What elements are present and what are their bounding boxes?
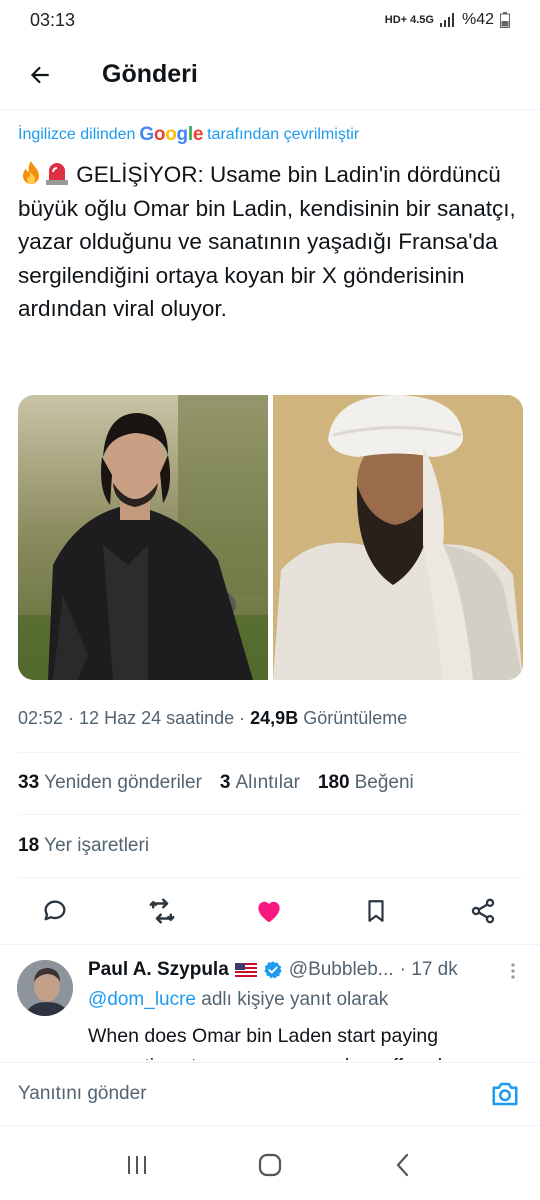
bookmark-icon <box>368 900 384 922</box>
reply-composer[interactable]: Yanıtını gönder <box>0 1062 540 1126</box>
repost-icon <box>149 898 175 924</box>
translation-suffix: tarafından çevrilmiştir <box>207 126 360 143</box>
tweet-stats: 33 Yeniden gönderiler 3 Alıntılar 180 Beğen… <box>18 772 414 794</box>
photo-left[interactable] <box>18 395 268 680</box>
recent-apps-icon <box>127 1156 146 1174</box>
reposts-label: Yeniden gönderiler <box>44 772 202 793</box>
heart-icon <box>258 901 280 923</box>
tweet-time: 02:52 <box>18 708 64 728</box>
translation-prefix: İngilizce dilinden <box>18 126 136 143</box>
tweet-body: GELİŞİYOR: Usame bin Ladin'in dördüncü b… <box>18 162 516 321</box>
more-options-icon[interactable] <box>508 961 518 981</box>
verified-badge-icon <box>264 961 282 979</box>
divider <box>18 877 522 878</box>
avatar[interactable] <box>17 960 73 1016</box>
google-logo: Google <box>139 124 204 145</box>
reposts-stat[interactable]: 33 Yeniden gönderiler <box>18 772 202 794</box>
reposts-count: 33 <box>18 772 40 793</box>
section-divider <box>0 944 540 945</box>
app-header: Gönderi <box>0 40 540 110</box>
tweet-date: 12 Haz 24 saatinde <box>79 708 235 728</box>
like-button[interactable] <box>252 894 286 928</box>
reply-context-text: adlı kişiye yanıt olarak <box>201 989 389 1010</box>
likes-stat[interactable]: 180 Beğeni <box>318 772 414 794</box>
repost-button[interactable] <box>145 894 179 928</box>
siren-icon <box>46 163 68 185</box>
quotes-label: Alıntılar <box>235 772 300 793</box>
bookmarks-label: Yer işaretleri <box>44 835 150 856</box>
reply-header: Paul A. Szypula @Bubbleb... · 17 dk <box>88 959 458 981</box>
reply-author-handle[interactable]: @Bubbleb... <box>289 959 394 981</box>
reply-context: @dom_lucre adlı kişiye yanıt olarak <box>88 989 388 1011</box>
arrow-left-icon <box>30 66 49 83</box>
status-icons: HD+ 4.5G %42 <box>385 11 510 29</box>
reply-time: · 17 dk <box>399 959 458 980</box>
divider <box>18 814 522 815</box>
quotes-stat[interactable]: 3 Alıntılar <box>220 772 300 794</box>
us-flag-icon <box>234 963 257 977</box>
battery-level: %42 <box>461 11 494 28</box>
share-icon <box>471 898 495 924</box>
action-bar <box>0 888 540 934</box>
tweet-media[interactable] <box>18 395 523 680</box>
bookmarks-count: 18 <box>18 835 40 856</box>
share-button[interactable] <box>466 894 500 928</box>
bookmark-button[interactable] <box>359 894 393 928</box>
photo-man-white-turban <box>273 395 523 680</box>
home-button[interactable] <box>255 1150 285 1180</box>
system-nav-bar <box>0 1130 540 1200</box>
bookmarks-stat[interactable]: 18 Yer işaretleri <box>18 835 149 857</box>
home-icon <box>258 1153 282 1177</box>
reply-button[interactable] <box>38 894 72 928</box>
status-bar: 03:13 HD+ 4.5G %42 <box>0 0 540 40</box>
reply-icon <box>44 900 66 921</box>
tweet-meta: 02:52 · 12 Haz 24 saatinde · 24,9B Görün… <box>18 708 408 728</box>
views-count: 24,9B <box>250 708 299 728</box>
translation-notice[interactable]: İngilizce dilinden Google tarafından çev… <box>18 124 359 146</box>
reply-input[interactable]: Yanıtını gönder <box>18 1083 147 1105</box>
battery-icon <box>500 12 510 28</box>
reply-item[interactable]: Paul A. Szypula @Bubbleb... · 17 dk @dom… <box>0 955 540 1060</box>
photo-right[interactable] <box>273 395 523 680</box>
back-button[interactable] <box>0 40 80 110</box>
page-title: Gönderi <box>102 60 198 88</box>
quotes-count: 3 <box>219 772 231 793</box>
likes-count: 180 <box>317 772 350 793</box>
divider <box>18 752 522 753</box>
photo-man-leather-jacket <box>18 395 268 680</box>
reply-mention-link[interactable]: @dom_lucre <box>88 989 196 1010</box>
recent-apps-button[interactable] <box>122 1150 152 1180</box>
signal-icon <box>439 13 454 27</box>
status-time: 03:13 <box>30 9 76 30</box>
reply-author-name[interactable]: Paul A. Szypula <box>88 959 229 981</box>
tweet-text: GELİŞİYOR: Usame bin Ladin'in dördüncü b… <box>18 158 523 326</box>
back-nav-button[interactable] <box>388 1150 418 1180</box>
chevron-left-icon <box>397 1153 409 1177</box>
fire-icon <box>23 161 39 184</box>
network-indicator: HD+ 4.5G <box>384 14 434 26</box>
avatar-photo <box>17 960 73 1016</box>
reply-text: When does Omar bin Laden start paying re… <box>88 1025 442 1060</box>
likes-label: Beğeni <box>354 772 414 793</box>
camera-icon[interactable] <box>490 1079 520 1109</box>
views-label: Görüntüleme <box>303 708 408 728</box>
